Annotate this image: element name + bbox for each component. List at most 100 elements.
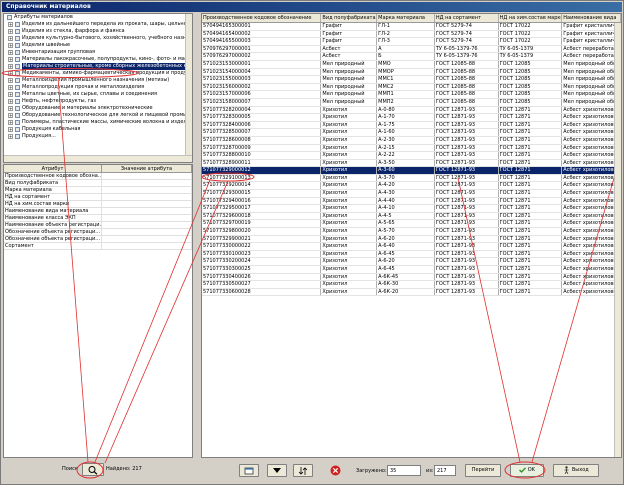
delete-button[interactable] <box>325 464 345 477</box>
table-row[interactable]: 571023156000002 Мел природный ММС2 ГОСТ 120… <box>202 83 621 92</box>
attribute-value[interactable] <box>102 194 192 200</box>
table-row[interactable]: 571077328500007 Хризотил А-1-60 ГОСТ 12871-… <box>202 129 621 137</box>
tree-item[interactable]: + Изделия из дальнейшего передела из прок… <box>4 21 192 28</box>
tree-item[interactable]: + Продукция кабельная <box>4 126 192 133</box>
attribute-value[interactable] <box>102 173 192 179</box>
table-row[interactable]: 571077330400026 Хризотил А-6К-45 ГОСТ 12871… <box>202 273 621 282</box>
tree-root[interactable]: Атрибуты материалов <box>4 14 192 21</box>
table-row[interactable]: 571077328300005 Хризотил А-1-70 ГОСТ 12871-… <box>202 114 621 122</box>
expand-icon[interactable]: + <box>8 120 13 125</box>
grid-column-header[interactable]: НД на хим.состав марки <box>499 14 563 22</box>
attribute-value[interactable] <box>102 180 192 186</box>
tree-item[interactable]: + Металлопродукция прочая и металлоиздели… <box>4 84 192 91</box>
tree-item[interactable]: + Инвентаризация групповая <box>4 49 192 56</box>
table-row[interactable]: 571077329400016 Хризотил А-4-40 ГОСТ 12871-… <box>202 197 621 206</box>
new-record-button[interactable] <box>239 464 259 477</box>
table-row[interactable]: 571023158000007 Мел природный ММП2 ГОСТ 120… <box>202 98 621 107</box>
table-row[interactable]: 571077329300015 Хризотил А-4-30 ГОСТ 12871-… <box>202 190 621 198</box>
attribute-row[interactable]: Обозначение объекта регистраци... <box>4 236 192 243</box>
exit-button[interactable]: Выход <box>553 464 599 477</box>
table-row[interactable]: 571077329200014 Хризотил А-4-20 ГОСТ 12871-… <box>202 182 621 191</box>
table-row[interactable]: 571077330300025 Хризотил А-6-45 ГОСТ 12871-… <box>202 266 621 274</box>
expand-icon[interactable]: + <box>8 71 13 76</box>
table-row[interactable]: 571023153000001 Мел природный ММО ГОСТ 1208… <box>202 60 621 69</box>
materials-grid[interactable]: Производственное кодовое обозначение Вид … <box>201 13 622 458</box>
table-row[interactable]: 571077328400006 Хризотил А-1-75 ГОСТ 12871-… <box>202 121 621 130</box>
expand-icon[interactable]: + <box>8 85 13 90</box>
table-row[interactable]: 571077330000022 Хризотил А-6-40 ГОСТ 12871-… <box>202 243 621 251</box>
attribute-row[interactable]: Производственное кодовое обозна... <box>4 173 192 180</box>
tree-item[interactable]: + Нефть, нефтепродукты, газ <box>4 98 192 105</box>
attribute-row[interactable]: Сортамент <box>4 243 192 250</box>
expand-icon[interactable]: + <box>8 113 13 118</box>
expand-icon[interactable]: + <box>8 22 13 27</box>
table-row[interactable]: 570976297000002 Асбест Б ТУ 6-05-1379-76 ТУ … <box>202 53 621 61</box>
expand-icon[interactable]: + <box>8 127 13 132</box>
expand-icon[interactable]: + <box>8 43 13 48</box>
expand-icon[interactable]: + <box>8 50 13 55</box>
expand-icon[interactable]: + <box>8 29 13 34</box>
tree-item[interactable]: + Полимеры, пластические массы, химически… <box>4 119 192 126</box>
dropdown-button[interactable] <box>267 464 287 477</box>
expand-icon[interactable]: + <box>8 92 13 97</box>
table-row[interactable]: 571023154000004 Мел природный ММОР ГОСТ 120… <box>202 68 621 77</box>
table-row[interactable]: 571077329900021 Хризотил А-6-20 ГОСТ 12871-… <box>202 235 621 244</box>
tree-item[interactable]: + Продукция... <box>4 133 192 140</box>
grid-column-header[interactable]: НД на сортамент <box>435 14 499 22</box>
attribute-row[interactable]: НД на хим.состав марки <box>4 201 192 208</box>
attribute-value[interactable] <box>102 187 192 193</box>
table-row[interactable]: 571077328600008 Хризотил А-2-30 ГОСТ 12871-… <box>202 136 621 145</box>
attribute-row[interactable]: Марка материала <box>4 187 192 194</box>
expand-icon[interactable]: + <box>8 99 13 104</box>
table-row[interactable]: 571077329600018 Хризотил А-4-5 ГОСТ 12871-9… <box>202 212 621 221</box>
table-row[interactable]: 571077328200004 Хризотил А-0-80 ГОСТ 12871-… <box>202 106 621 115</box>
grid-column-header[interactable]: Наименование вида <box>562 14 621 22</box>
attribute-value[interactable] <box>102 201 192 207</box>
table-row[interactable]: 571023157000006 Мел природный ММП1 ГОСТ 120… <box>202 91 621 99</box>
table-row[interactable]: 571077329700019 Хризотил А-5-65 ГОСТ 12871-… <box>202 220 621 229</box>
attribute-value-column-header[interactable]: Значение атрибута <box>102 165 192 172</box>
table-row[interactable]: 570494165400002 Графит ГЛ-2 ГОСТ 5279-74 ГОС… <box>202 30 621 39</box>
ok-button[interactable]: OK <box>510 464 544 477</box>
table-row[interactable]: 571077329100013 Хризотил А-3-70 ГОСТ 12871-… <box>202 174 621 183</box>
tree-item[interactable]: + Материалы лакокрасочные, полупродукты, … <box>4 56 192 63</box>
grid-column-header[interactable]: Марка материала <box>377 14 435 22</box>
tree-horizontal-scrollbar[interactable] <box>4 155 192 162</box>
grid-column-header[interactable]: Производственное кодовое обозначение <box>202 14 322 22</box>
attribute-column-header[interactable]: Атрибут <box>4 165 102 172</box>
tree-item[interactable]: + Металлы цветные, их сырье, сплавы и сое… <box>4 91 192 98</box>
attribute-row[interactable]: НД на сортамент <box>4 194 192 201</box>
tree-item[interactable]: + Материалы строительные, кроме сборных ж… <box>4 63 192 70</box>
attribute-value[interactable] <box>102 222 192 228</box>
tree-item[interactable]: + Изделия культурно-бытового, хозяйственн… <box>4 35 192 42</box>
attribute-value[interactable] <box>102 208 192 214</box>
attribute-row[interactable]: Вид полуфабриката <box>4 180 192 187</box>
tree-vertical-scrollbar[interactable] <box>185 14 192 162</box>
grid-vertical-scrollbar[interactable] <box>614 23 621 457</box>
table-row[interactable]: 570494165300001 Графит ГЛ-1 ГОСТ 5279-74 ГОС… <box>202 23 621 31</box>
attribute-row[interactable]: Обозначение объекта регистраци... <box>4 229 192 236</box>
table-row[interactable]: 571077330100023 Хризотил А-6-45 ГОСТ 12871-… <box>202 250 621 259</box>
attribute-value[interactable] <box>102 236 192 242</box>
table-row[interactable]: 571077329000012 Хризотил А-3-60 ГОСТ 12871-… <box>202 167 621 175</box>
table-row[interactable]: 571077330600028 Хризотил А-6К-20 ГОСТ 12871… <box>202 288 621 297</box>
tree-item[interactable]: + Оборудование и материалы электротехниче… <box>4 105 192 112</box>
table-row[interactable]: 570494165500003 Графит ГЛ-3 ГОСТ 5279-74 ГОС… <box>202 38 621 46</box>
table-row[interactable]: 571077330200024 Хризотил А-6-20 ГОСТ 12871-… <box>202 258 621 266</box>
attribute-row[interactable]: Наименование вида материала <box>4 208 192 215</box>
table-row[interactable]: 571023155000003 Мел природный ММС1 ГОСТ 120… <box>202 76 621 84</box>
table-row[interactable]: 571077330500027 Хризотил А-6К-30 ГОСТ 12871… <box>202 281 621 289</box>
category-tree[interactable]: Атрибуты материалов + Изделия из дальнейше… <box>3 13 193 163</box>
tree-item[interactable]: + Металлоизделия промышленного назначения… <box>4 77 192 84</box>
search-button[interactable] <box>82 463 104 476</box>
attribute-row[interactable]: Наименование класса ЭКП <box>4 215 192 222</box>
table-row[interactable]: 571077329800020 Хризотил А-5-70 ГОСТ 12871-… <box>202 228 621 236</box>
attribute-value[interactable] <box>102 243 192 249</box>
table-row[interactable]: 571077329500017 Хризотил А-4-10 ГОСТ 12871-… <box>202 205 621 213</box>
table-row[interactable]: 570976297000001 Асбест А ТУ 6-05-1379-76 ТУ … <box>202 45 621 54</box>
expand-icon[interactable]: + <box>8 106 13 111</box>
expand-icon[interactable]: + <box>8 78 13 83</box>
table-row[interactable]: 571077328800010 Хризотил А-2-22 ГОСТ 12871-… <box>202 152 621 160</box>
expand-icon[interactable]: + <box>8 57 13 62</box>
tree-item[interactable]: + Изделия из стекла, фарфора и фаянса <box>4 28 192 35</box>
